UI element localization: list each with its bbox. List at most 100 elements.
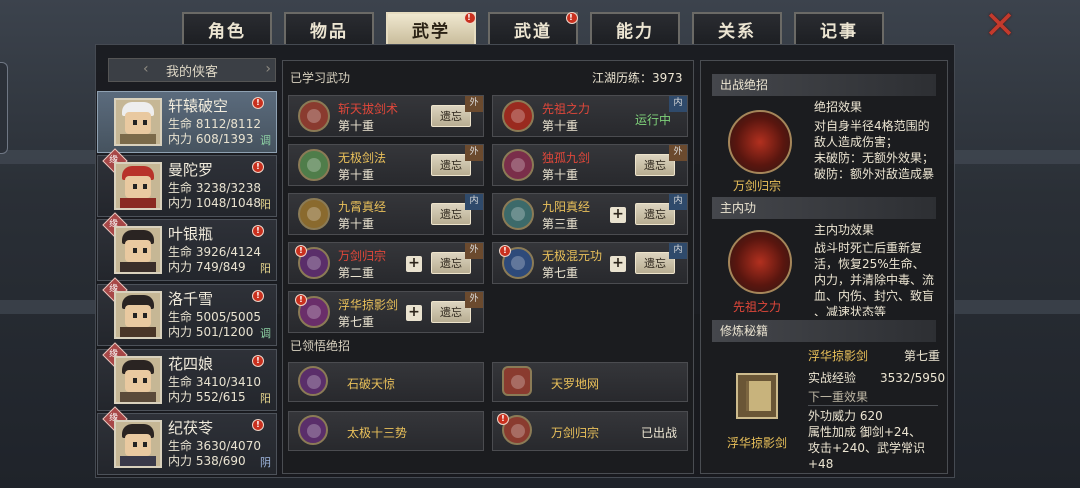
next-line: 属性加成 御剑+24、 — [808, 425, 922, 439]
tab-label: 武学 — [412, 21, 450, 42]
character-card[interactable]: 缘 叶银瓶 生命 3926/4124 内力 749/849 阳 ! — [97, 212, 277, 281]
character-tag: 阳 — [260, 198, 271, 211]
character-tag: 调 — [260, 327, 271, 340]
skill-card[interactable]: ! 浮华掠影剑 第七重 + 遗忘 外 — [288, 291, 484, 333]
effect-line: 内力，并清除中毒、流 — [814, 273, 935, 287]
tab-label: 记事 — [820, 21, 858, 42]
character-card[interactable]: 缘 洛千雪 生命 5005/5005 内力 501/1200 调 ! — [97, 277, 277, 346]
skill-card[interactable]: 九霄真经 第十重 遗忘 内 — [288, 193, 484, 235]
ultimate-icon — [298, 415, 328, 445]
mp-stat: 内力 1048/1048 — [168, 196, 261, 210]
alert-badge: ! — [295, 294, 307, 306]
battle-ultimate-header: 出战绝招 — [712, 74, 936, 96]
skill-name: 万剑归宗 — [338, 249, 387, 263]
next-line: 外功威力 620 — [808, 409, 883, 423]
skill-card[interactable]: 无极剑法 第十重 遗忘 外 — [288, 144, 484, 186]
character-name: 轩辕破空 — [168, 97, 229, 115]
internal-skill-icon — [502, 100, 534, 132]
skill-level: 第十重 — [338, 119, 375, 133]
tab-martial-arts[interactable]: 武学 ! — [386, 12, 476, 44]
skill-level: 第十重 — [338, 168, 375, 182]
character-card[interactable]: 缘 纪茯苓 生命 3630/4070 内力 538/690 阴 ! — [97, 406, 277, 475]
character-name: 曼陀罗 — [168, 161, 214, 179]
skill-level: 第十重 — [542, 119, 579, 133]
character-card[interactable]: 缘 曼陀罗 生命 3238/3238 内力 1048/1048 阳 ! — [97, 148, 277, 217]
alert-badge: ! — [499, 245, 511, 257]
skill-level: 第七重 — [338, 315, 375, 329]
chevron-right-icon[interactable]: › — [265, 61, 271, 77]
upgrade-plus-button[interactable]: + — [610, 256, 626, 272]
effect-line: 对自身半径4格范围的 — [814, 119, 930, 133]
effect-line: 、减速状态等 — [814, 305, 887, 316]
character-name: 洛千雪 — [168, 290, 214, 308]
ultimate-card[interactable]: 太极十三势 — [288, 411, 484, 451]
skill-name: 浮华掠影剑 — [338, 298, 399, 312]
skill-card[interactable]: 先祖之力 第十重 运行中 内 — [492, 95, 688, 137]
alert-badge: ! — [295, 245, 307, 257]
skill-card[interactable]: 独孤九剑 第十重 遗忘 外 — [492, 144, 688, 186]
tab-abilities[interactable]: 能力 — [590, 12, 680, 44]
effect-title: 主内功效果 — [814, 223, 875, 237]
ultimates-title: 已领悟绝招 — [290, 339, 351, 353]
skill-type-badge: 外 — [465, 96, 483, 112]
exp-value: 3532/5950 — [880, 371, 946, 385]
effect-line: 破防：额外对敌造成暴 — [814, 167, 935, 181]
skill-card[interactable]: ! 万剑归宗 第二重 + 遗忘 外 — [288, 242, 484, 284]
alert-badge: ! — [252, 419, 264, 431]
skill-name: 无极混元功 — [542, 249, 603, 263]
skill-card[interactable]: 斩天拔剑术 第十重 遗忘 外 — [288, 95, 484, 137]
character-portrait — [114, 291, 162, 339]
tab-martial-path[interactable]: 武道 ! — [488, 12, 578, 44]
skill-level: 第三重 — [542, 217, 579, 231]
ultimate-card[interactable]: ! 万剑归宗 已出战 — [492, 411, 688, 451]
main-internal-header: 主内功 — [712, 197, 936, 219]
next-level-title: 下一重效果 — [808, 389, 938, 406]
character-portrait — [114, 420, 162, 468]
sword-skill-icon — [298, 100, 330, 132]
skill-name: 无极剑法 — [338, 151, 387, 165]
skill-card[interactable]: 九阳真经 第三重 + 遗忘 内 — [492, 193, 688, 235]
ultimate-name: 石破天惊 — [347, 377, 396, 391]
alert-badge: ! — [252, 290, 264, 302]
skill-level: 第十重 — [542, 168, 579, 182]
skill-type-badge: 外 — [465, 243, 483, 259]
ultimate-card[interactable]: 石破天惊 — [288, 362, 484, 402]
skill-type-badge: 外 — [465, 292, 483, 308]
side-drawer-handle[interactable] — [0, 62, 8, 154]
skill-card[interactable]: ! 无极混元功 第七重 + 遗忘 内 — [492, 242, 688, 284]
character-portrait — [114, 226, 162, 274]
tab-relations[interactable]: 关系 — [692, 12, 782, 44]
effect-line: 战斗时死亡后重新复 — [814, 241, 923, 255]
upgrade-plus-button[interactable]: + — [406, 305, 422, 321]
experience-value: 江湖历练：3973 — [592, 71, 683, 85]
effect-line: 未破防：无额外效果； — [814, 151, 935, 165]
tab-journal[interactable]: 记事 — [794, 12, 884, 44]
skill-type-badge: 内 — [669, 194, 687, 210]
upgrade-plus-button[interactable]: + — [610, 207, 626, 223]
close-icon[interactable]: ✕ — [982, 6, 1018, 44]
manual-level: 第七重 — [904, 349, 941, 363]
ultimate-icon — [298, 366, 328, 396]
skill-name: 斩天拔剑术 — [338, 102, 399, 116]
skill-name: 独孤九剑 — [542, 151, 591, 165]
effect-title: 绝招效果 — [814, 100, 863, 114]
roster-header: ‹ 我的侠客 › — [108, 58, 276, 82]
ultimate-card[interactable]: 天罗地网 — [492, 362, 688, 402]
skill-level: 第二重 — [338, 266, 375, 280]
chevron-left-icon[interactable]: ‹ — [143, 61, 149, 77]
character-portrait — [114, 98, 162, 146]
character-name: 花四娘 — [168, 355, 214, 373]
tab-items[interactable]: 物品 — [284, 12, 374, 44]
learned-skills-title: 已学习武功 — [290, 71, 351, 85]
character-card[interactable]: 缘 花四娘 生命 3410/3410 内力 552/615 阳 ! — [97, 342, 277, 411]
alert-badge: ! — [566, 12, 578, 24]
effect-text: 对自身半径4格范围的 敌人造成伤害； 未破防：无额外效果； 破防：额外对敌造成暴 — [814, 118, 944, 186]
alert-badge: ! — [252, 225, 264, 237]
character-card[interactable]: 轩辕破空 生命 8112/8112 内力 608/1393 调 ! — [97, 91, 277, 153]
upgrade-plus-button[interactable]: + — [406, 256, 422, 272]
character-tag: 阳 — [260, 262, 271, 275]
skill-type-badge: 外 — [465, 145, 483, 161]
tab-character[interactable]: 角色 — [182, 12, 272, 44]
tab-label: 武道 — [514, 21, 552, 42]
ultimate-icon — [502, 366, 532, 396]
